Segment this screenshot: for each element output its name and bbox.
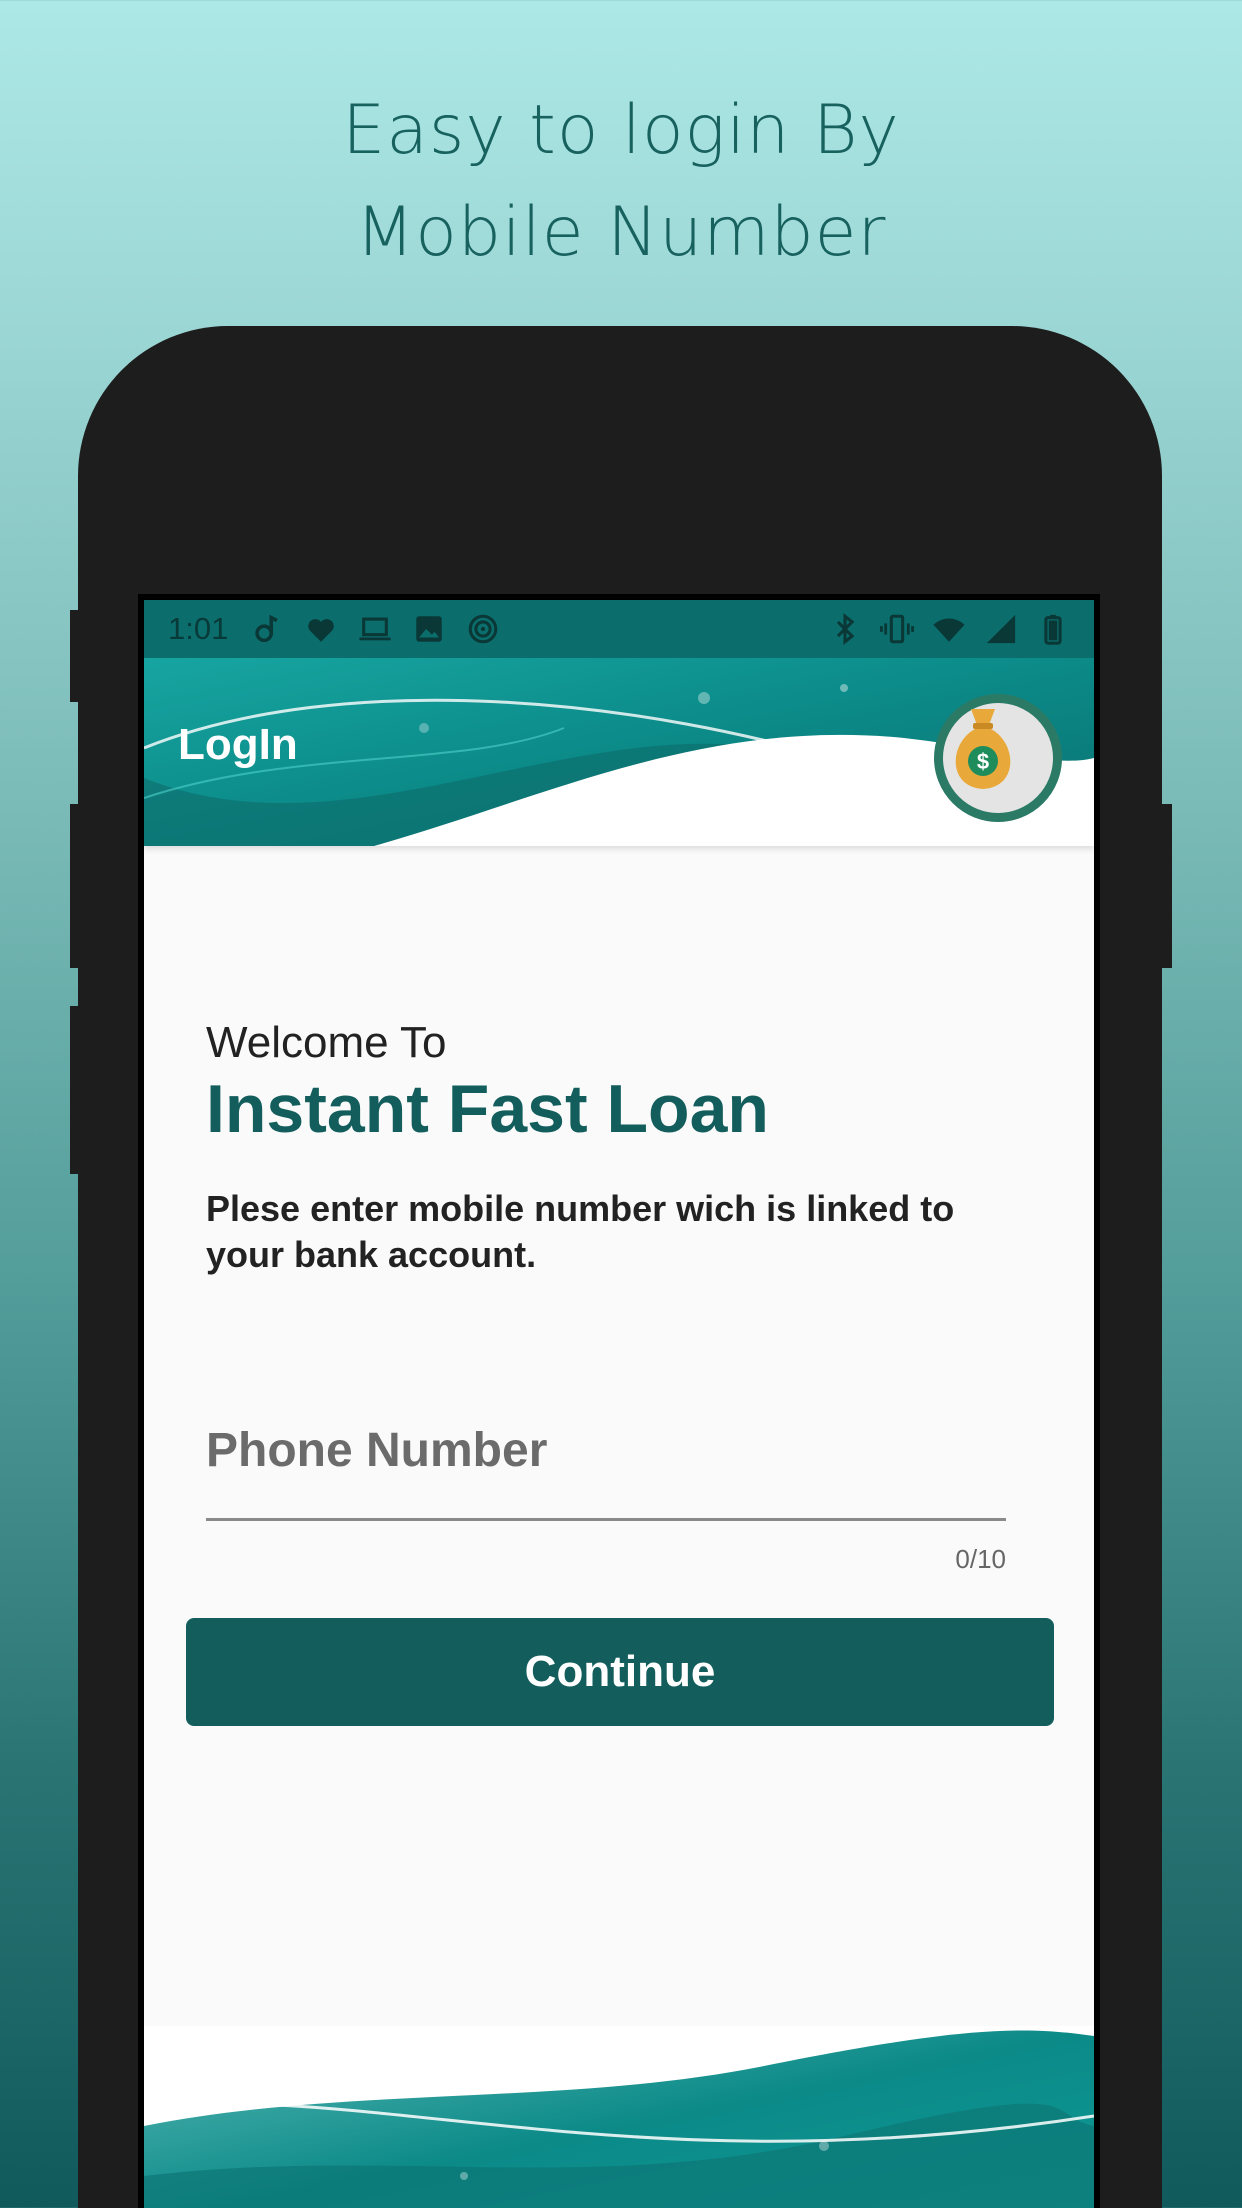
- wifi-signal-icon: [469, 614, 498, 644]
- bluetooth-icon: [836, 613, 855, 645]
- app-name-title: Instant Fast Loan: [206, 1071, 769, 1147]
- phone-screen: 1:01 LogIn $ Welcome To Instant Fast Loa…: [138, 594, 1100, 2208]
- heart-icon: [308, 619, 335, 642]
- phone-number-field[interactable]: [206, 1415, 1006, 1505]
- svg-text:$: $: [977, 749, 989, 774]
- cell-signal-icon: [986, 614, 1016, 644]
- promo-line-1: Easy to login By: [342, 91, 900, 170]
- phone-power-button: [1160, 804, 1172, 968]
- footer-wave-decoration: [144, 2030, 1094, 2208]
- wifi-icon: [933, 618, 965, 642]
- header-title: LogIn: [178, 720, 298, 769]
- phone-volume-button: [70, 1006, 82, 1174]
- image-icon: [416, 616, 443, 642]
- footer-decoration: [144, 2026, 1094, 2208]
- vibrate-icon: [880, 614, 914, 644]
- input-underline: [206, 1518, 1006, 1521]
- phone-side-button: [70, 610, 82, 702]
- status-bar: 1:01: [144, 600, 1094, 658]
- instruction-text: Plese enter mobile number wich is linked…: [206, 1188, 955, 1275]
- laptop-icon: [359, 617, 391, 641]
- continue-button[interactable]: Continue: [186, 1618, 1054, 1726]
- money-bag-icon: $: [955, 709, 1011, 789]
- status-time: 1:01: [168, 611, 229, 646]
- phone-number-input[interactable]: [206, 1415, 1006, 1485]
- character-counter: 0/10: [955, 1544, 1006, 1574]
- battery-icon: [1044, 614, 1062, 645]
- phone-volume-button: [70, 804, 82, 968]
- promo-headline: Easy to login By Mobile Number: [0, 80, 1242, 284]
- promo-line-2: Mobile Number: [355, 193, 887, 272]
- music-icon: [255, 614, 279, 643]
- welcome-text: Welcome To: [206, 1018, 447, 1067]
- app-screen: 1:01 LogIn $ Welcome To Instant Fast Loa…: [144, 600, 1094, 2208]
- app-header: LogIn $: [144, 658, 1094, 846]
- app-logo: $: [934, 694, 1062, 822]
